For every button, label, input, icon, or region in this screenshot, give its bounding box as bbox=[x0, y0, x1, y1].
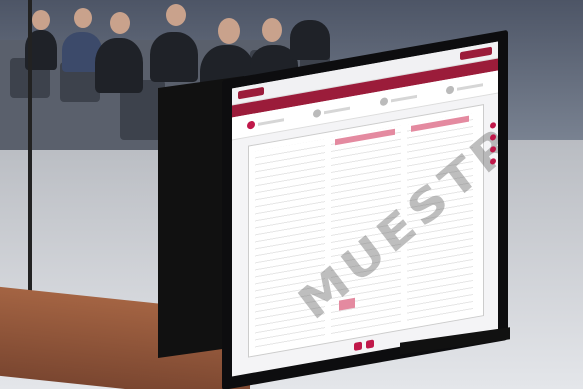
audience-head bbox=[32, 10, 50, 30]
step-dot-icon bbox=[313, 108, 322, 119]
tool-icon[interactable] bbox=[490, 157, 496, 165]
step-item[interactable] bbox=[446, 80, 484, 95]
step-item[interactable] bbox=[379, 92, 417, 107]
audience-head bbox=[166, 4, 186, 26]
audience-head bbox=[110, 12, 130, 34]
tool-icon[interactable] bbox=[490, 121, 496, 129]
prev-page-button[interactable] bbox=[354, 341, 362, 351]
step-label bbox=[390, 94, 417, 102]
step-dot-icon bbox=[246, 120, 255, 130]
courtroom-scene: MUESTRA bbox=[0, 0, 583, 389]
step-dot-icon bbox=[446, 85, 455, 95]
microphone-stand bbox=[28, 0, 32, 300]
monitor-screen: MUESTRA bbox=[232, 41, 498, 377]
pager-controls bbox=[354, 339, 374, 351]
step-item[interactable] bbox=[246, 115, 284, 130]
side-toolbar bbox=[490, 121, 496, 165]
next-page-button[interactable] bbox=[366, 339, 374, 349]
audience-person bbox=[95, 38, 143, 93]
audience-head bbox=[262, 18, 282, 42]
audience-person bbox=[150, 32, 198, 82]
ballot-document-preview: MUESTRA bbox=[248, 86, 498, 358]
tool-icon[interactable] bbox=[490, 145, 496, 153]
audience-head bbox=[218, 18, 240, 44]
audience-head bbox=[74, 8, 92, 28]
step-label bbox=[257, 117, 284, 126]
step-label bbox=[457, 82, 484, 91]
header-button[interactable] bbox=[460, 46, 492, 61]
step-label bbox=[324, 106, 351, 114]
tool-icon[interactable] bbox=[490, 133, 496, 141]
step-item[interactable] bbox=[313, 104, 351, 119]
audience-person bbox=[290, 20, 330, 60]
step-dot-icon bbox=[379, 96, 388, 107]
app-logo bbox=[238, 86, 264, 100]
